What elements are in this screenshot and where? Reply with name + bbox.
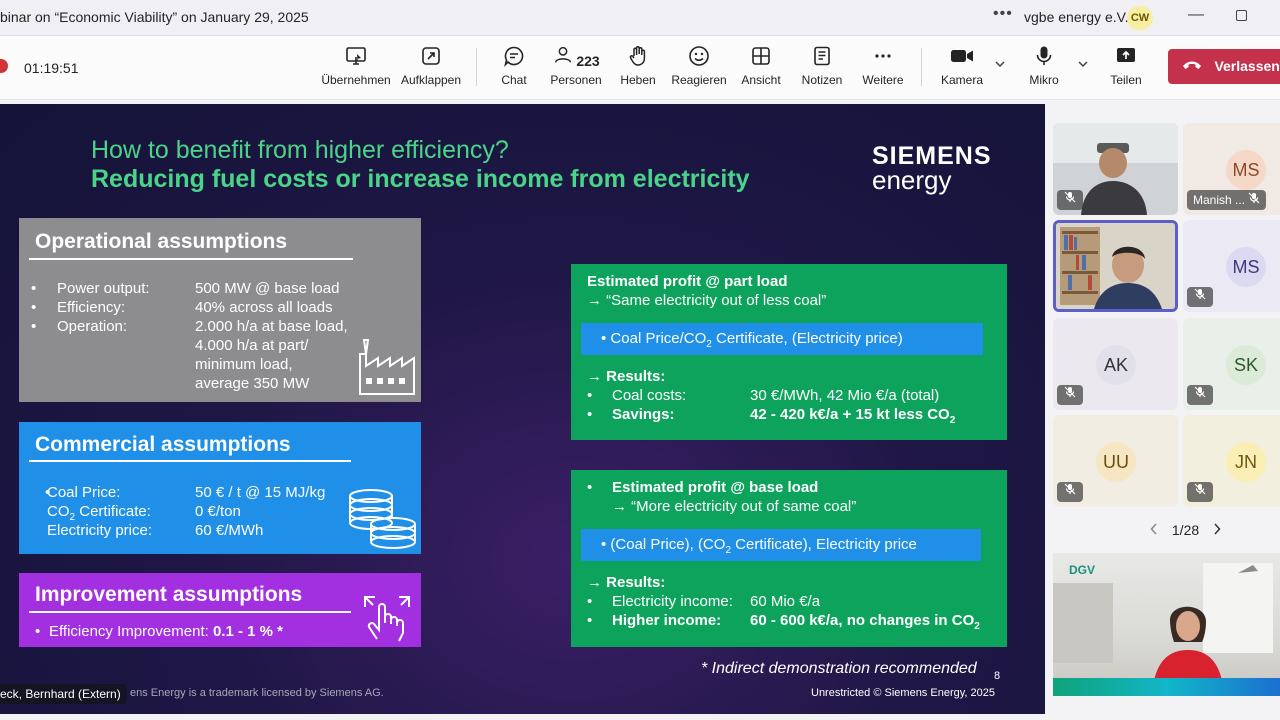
participant-video — [1056, 223, 1175, 309]
speaker-video[interactable]: DGV — [1053, 553, 1280, 696]
participant-tile[interactable]: UU — [1053, 415, 1178, 507]
share-icon — [1086, 44, 1166, 70]
avatar: SK — [1226, 345, 1266, 385]
base-load-factor-bar: • (Coal Price), (CO2 Certificate), Elect… — [581, 529, 981, 561]
title-bar: binar on “Economic Viability” on January… — [0, 0, 1280, 36]
muted-mic-icon — [1187, 287, 1213, 307]
muted-mic-icon — [1187, 385, 1213, 405]
more-icon — [843, 44, 923, 70]
participant-tile-active-speaker[interactable] — [1053, 220, 1178, 312]
maximize-button[interactable] — [1236, 10, 1247, 21]
phone-hangup-icon — [1182, 58, 1206, 75]
avatar: MS — [1226, 247, 1266, 287]
meeting-timer: 01:19:51 — [24, 60, 79, 76]
participant-tile[interactable]: MS Manish ... — [1183, 123, 1280, 215]
presenter-name-tag: eck, Bernhard (Extern) — [0, 684, 127, 704]
people-count: 223 — [576, 53, 600, 69]
improvement-heading: Improvement assumptions — [35, 583, 303, 606]
commercial-assumptions-box: Commercial assumptions • Coal Price: 50 … — [19, 422, 421, 554]
participant-tile[interactable]: AK — [1053, 318, 1178, 410]
camera-button[interactable]: Kamera — [922, 44, 1002, 94]
slide-subtitle: Reducing fuel costs or increase income f… — [91, 165, 750, 193]
part-load-factor-bar: • Coal Price/CO2 Certificate, (Electrici… — [581, 323, 983, 355]
muted-mic-icon — [1057, 482, 1083, 502]
organization-name[interactable]: vgbe energy e.V. — [1024, 9, 1129, 25]
coins-icon — [349, 489, 416, 549]
avatar: JN — [1226, 442, 1266, 482]
leave-button[interactable]: Verlassen — [1168, 49, 1280, 84]
part-load-profit-box: Estimated profit @ part load → “Same ele… — [571, 264, 1007, 440]
shared-slide: How to benefit from higher efficiency? R… — [0, 104, 1045, 714]
avatar: AK — [1096, 345, 1136, 385]
avatar: MS — [1226, 150, 1266, 190]
improvement-assumptions-box: Improvement assumptions • Efficiency Imp… — [19, 573, 421, 647]
more-options-button[interactable]: ••• — [993, 5, 1013, 23]
mic-button[interactable]: Mikro — [1004, 44, 1084, 94]
chevron-right-icon[interactable] — [1209, 522, 1221, 538]
popout-button[interactable]: Aufklappen — [391, 44, 471, 94]
camera-icon — [922, 44, 1002, 70]
share-screen-icon — [316, 44, 396, 70]
mic-icon — [1004, 44, 1084, 70]
operational-heading: Operational assumptions — [35, 230, 288, 253]
slide-trademark-footer: ens Energy is a trademark licensed by Si… — [130, 687, 384, 699]
slide-footnote: * Indirect demonstration recommended — [701, 660, 977, 677]
more-button[interactable]: Weitere — [843, 44, 923, 94]
muted-mic-icon — [1187, 482, 1213, 502]
people-icon — [552, 46, 574, 71]
participant-tile[interactable]: JN — [1183, 415, 1280, 507]
takeover-button[interactable]: Übernehmen — [316, 44, 396, 94]
pop-out-icon — [391, 44, 471, 70]
slide-copyright-footer: Unrestricted © Siemens Energy, 2025 — [811, 687, 995, 699]
participant-tile[interactable]: MS — [1183, 220, 1280, 312]
siemens-energy-logo: SIEMENS energy — [872, 142, 992, 195]
participant-tile[interactable] — [1053, 123, 1178, 215]
factory-icon — [359, 339, 415, 395]
commercial-heading: Commercial assumptions — [35, 433, 291, 456]
base-load-profit-box: • Estimated profit @ base load → “More e… — [571, 470, 1007, 647]
participant-tile[interactable]: SK — [1183, 318, 1280, 410]
operational-assumptions-box: Operational assumptions • Power output: … — [19, 218, 421, 402]
user-avatar[interactable]: CW — [1127, 6, 1153, 30]
muted-mic-icon — [1057, 190, 1083, 210]
avatar: UU — [1096, 442, 1136, 482]
participant-pager: 1/28 — [1140, 522, 1231, 538]
slide-title: How to benefit from higher efficiency? — [91, 136, 509, 164]
window-title: binar on “Economic Viability” on January… — [0, 9, 309, 25]
slide-page-number: 8 — [994, 670, 1001, 682]
dgv-logo: DGV — [1069, 563, 1096, 577]
participant-name: Manish ... — [1187, 190, 1267, 210]
muted-mic-icon — [1248, 192, 1260, 207]
share-button[interactable]: Teilen — [1086, 44, 1166, 94]
brand-strip — [1053, 678, 1280, 696]
hand-touch-icon — [364, 596, 410, 642]
chevron-left-icon[interactable] — [1150, 522, 1162, 538]
muted-mic-icon — [1057, 385, 1083, 405]
minimize-button[interactable]: — — [1188, 6, 1204, 24]
page-indicator: 1/28 — [1171, 522, 1200, 538]
